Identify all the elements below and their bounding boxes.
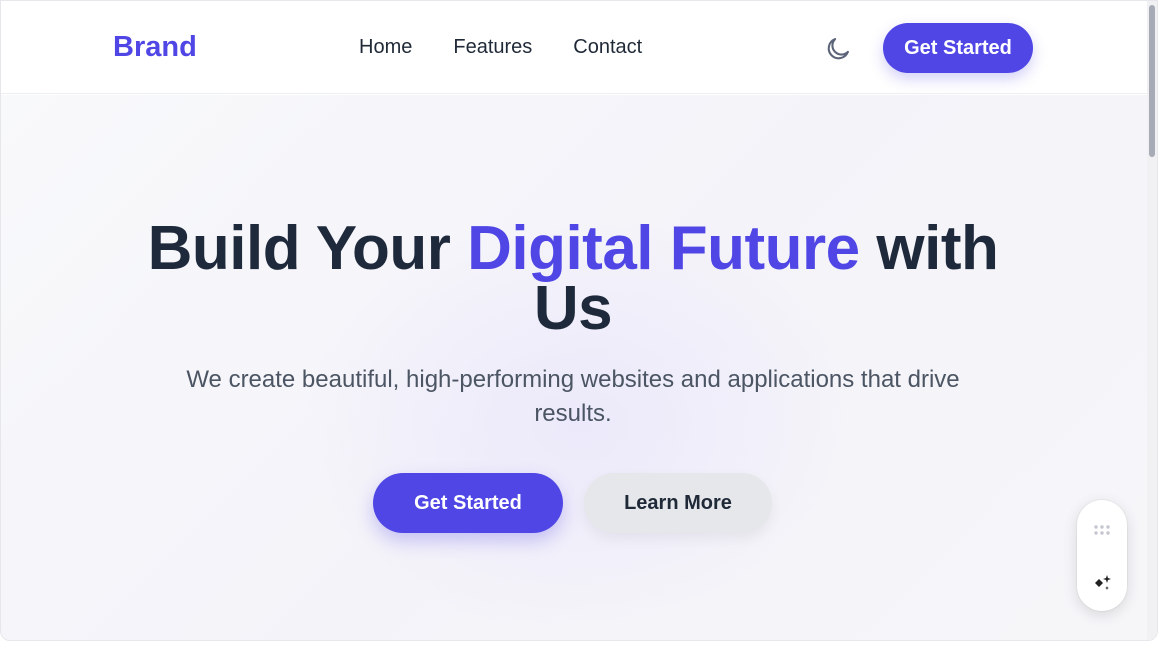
scrollbar-thumb[interactable] xyxy=(1149,5,1155,157)
browser-viewport: Brand Home Features Contact Get Started … xyxy=(0,0,1158,641)
nav-link-features[interactable]: Features xyxy=(453,36,532,59)
hero-learn-more-button[interactable]: Learn More xyxy=(584,473,772,533)
nav-links: Home Features Contact xyxy=(359,36,642,59)
hero-title: Build Your Digital Future with Us xyxy=(131,218,1015,340)
nav-link-contact[interactable]: Contact xyxy=(573,36,642,59)
drag-handle-icon[interactable] xyxy=(1092,520,1112,540)
nav-get-started-button[interactable]: Get Started xyxy=(883,23,1033,73)
navbar: Brand Home Features Contact Get Started xyxy=(1,1,1147,94)
hero-get-started-button[interactable]: Get Started xyxy=(373,473,563,533)
hero-title-accent: Digital Future xyxy=(467,214,860,283)
nav-link-home[interactable]: Home xyxy=(359,36,412,59)
hero-title-part1: Build Your xyxy=(147,214,468,283)
hero-subtitle: We create beautiful, high-performing web… xyxy=(186,366,960,427)
sparkle-icon[interactable] xyxy=(1091,572,1113,594)
theme-toggle-button[interactable] xyxy=(821,32,855,66)
vertical-scrollbar[interactable] xyxy=(1147,1,1157,640)
moon-icon xyxy=(827,38,849,60)
floating-assistant-widget[interactable] xyxy=(1077,500,1127,611)
brand-logo[interactable]: Brand xyxy=(113,31,197,64)
hero-section: Build Your Digital Future with Us We cre… xyxy=(1,95,1147,640)
